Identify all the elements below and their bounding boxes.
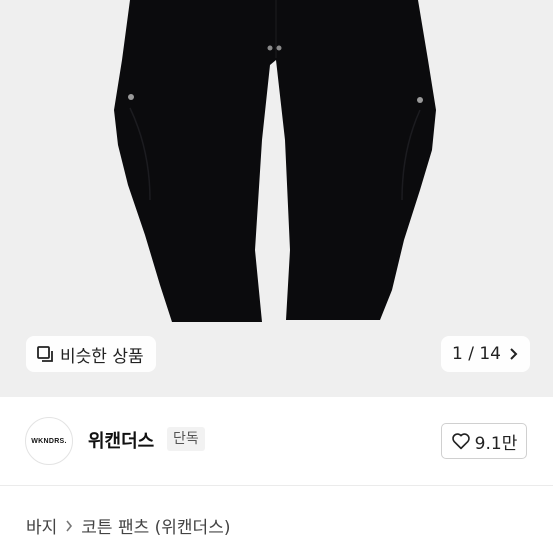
product-image-gallery[interactable]: 비슷한 상품 1 / 14 [0, 0, 553, 397]
brand-name[interactable]: 위캔더스 [88, 427, 154, 453]
brand-logo-text: WKNDRS. [31, 437, 67, 445]
exclusive-badge: 단독 [167, 427, 205, 451]
heart-icon [451, 433, 470, 450]
seller-row: WKNDRS. 위캔더스 단독 9.1만 [0, 397, 553, 485]
chevron-right-icon [65, 520, 73, 532]
pager-counter: 1 / 14 [452, 344, 501, 364]
like-button[interactable]: 9.1만 [441, 423, 527, 459]
similar-products-icon [37, 346, 53, 362]
brand-avatar[interactable]: WKNDRS. [25, 417, 73, 465]
pager-total: 14 [479, 344, 501, 364]
like-count: 9.1만 [474, 433, 518, 454]
breadcrumb-category[interactable]: 바지 [26, 513, 57, 538]
pager-current: 1 [451, 344, 463, 364]
image-pager-button[interactable]: 1 / 14 [441, 336, 530, 372]
pager-separator: / [468, 344, 474, 364]
section-divider [0, 485, 553, 486]
similar-products-button[interactable]: 비슷한 상품 [26, 336, 156, 372]
breadcrumb: 바지 코튼 팬츠 (위캔더스) [26, 513, 230, 538]
breadcrumb-subcategory[interactable]: 코튼 팬츠 (위캔더스) [81, 513, 230, 538]
similar-products-label: 비슷한 상품 [60, 346, 144, 367]
chevron-right-icon [510, 348, 518, 360]
